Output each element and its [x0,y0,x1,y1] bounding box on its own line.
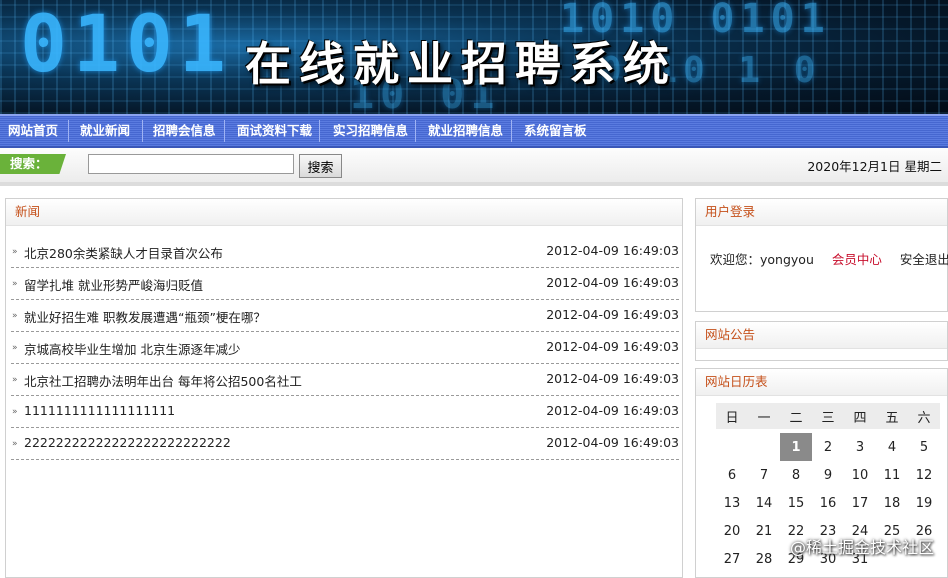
double-chevron-icon: » [12,279,18,289]
news-panel: 新闻 » 北京280余类紧缺人才目录首次公布 2012-04-09 16:49:03… [5,198,683,578]
news-item[interactable]: » 北京280余类紧缺人才目录首次公布 2012-04-09 16:49:03 [11,237,679,268]
calendar-day[interactable]: 28 [748,545,780,573]
main-nav: 网站首页 就业新闻 招聘会信息 面试资料下载 实习招聘信息 就业招聘信息 系统留… [0,114,948,148]
news-item[interactable]: » 留学扎堆 就业形势严峻海归贬值 2012-04-09 16:49:03 [11,269,679,300]
news-item-date: 2012-04-09 16:49:03 [546,307,679,322]
news-item-date: 2012-04-09 16:49:03 [546,275,679,290]
calendar-day [716,433,748,461]
weekday-header: 三 [812,403,844,429]
calendar-day[interactable]: 20 [716,517,748,545]
news-list: » 北京280余类紧缺人才目录首次公布 2012-04-09 16:49:03 » 留… [11,237,679,461]
banner-digits: 0101 [20,0,232,90]
calendar-day[interactable]: 21 [748,517,780,545]
watermark: @稀土掘金技术社区 [789,538,934,557]
news-item-title[interactable]: 就业好招生难 职教发展遭遇“瓶颈”梗在哪？ [24,307,266,326]
double-chevron-icon: » [12,375,18,385]
nav-interview-downloads[interactable]: 面试资料下载 [237,116,312,146]
calendar-day[interactable]: 6 [716,461,748,489]
calendar-day[interactable]: 19 [908,489,940,517]
weekday-header: 五 [876,403,908,429]
welcome-text: 欢迎您：yongyou [710,252,814,267]
news-item[interactable]: » 1111111111111111111 2012-04-09 16:49:03 [11,397,679,428]
news-item-title[interactable]: 22222222222222222222222222 [24,435,231,450]
double-chevron-icon: » [12,311,18,321]
login-status: 欢迎您：yongyou 会员中心 安全退出 [710,249,948,268]
calendar-panel-title: 网站日历表 [696,369,947,396]
logout-link[interactable]: 安全退出 [900,252,948,267]
nav-employment-news[interactable]: 就业新闻 [80,116,130,146]
calendar-day[interactable]: 2 [812,433,844,461]
calendar-day[interactable]: 15 [780,489,812,517]
calendar-day[interactable]: 10 [844,461,876,489]
double-chevron-icon: » [12,407,18,417]
nav-divider [142,120,143,142]
news-item-date: 2012-04-09 16:49:03 [546,435,679,450]
news-item-title[interactable]: 留学扎堆 就业形势严峻海归贬值 [24,275,203,294]
notice-panel-title: 网站公告 [696,322,947,349]
double-chevron-icon: » [12,439,18,449]
weekday-header: 二 [780,403,812,429]
site-banner: 0101 1010 0101 0110 1 0 10 01 在线就业招聘系统 [0,0,948,114]
site-title: 在线就业招聘系统 [245,37,677,91]
weekday-header: 一 [748,403,780,429]
news-item-date: 2012-04-09 16:49:03 [546,339,679,354]
weekday-header: 六 [908,403,940,429]
current-date: 2020年12月1日 星期二 [807,159,942,174]
nav-divider [511,120,512,142]
news-item[interactable]: » 北京社工招聘办法明年出台 每年将公招500名社工 2012-04-09 16:4… [11,365,679,396]
search-bar: 搜索： 搜索 2020年12月1日 星期二 [0,148,948,186]
news-item-date: 2012-04-09 16:49:03 [546,371,679,386]
weekday-header: 四 [844,403,876,429]
news-panel-title: 新闻 [6,199,682,226]
search-label: 搜索： [0,154,66,174]
news-item-date: 2012-04-09 16:49:03 [546,243,679,258]
calendar-day[interactable]: 8 [780,461,812,489]
nav-divider [68,120,69,142]
nav-divider [415,120,416,142]
calendar-day[interactable]: 9 [812,461,844,489]
calendar-day[interactable]: 18 [876,489,908,517]
calendar-day[interactable]: 12 [908,461,940,489]
search-input[interactable] [88,154,294,174]
login-panel: 用户登录 欢迎您：yongyou 会员中心 安全退出 [695,198,948,312]
calendar-day-today[interactable]: 1 [780,433,812,461]
calendar-day[interactable]: 11 [876,461,908,489]
search-button[interactable]: 搜索 [299,154,342,178]
calendar-day [748,433,780,461]
news-item-date: 2012-04-09 16:49:03 [546,403,679,418]
news-item[interactable]: » 22222222222222222222222222 2012-04-09 16… [11,429,679,460]
calendar-day[interactable]: 7 [748,461,780,489]
news-item[interactable]: » 京城高校毕业生增加 北京生源逐年减少 2012-04-09 16:49:03 [11,333,679,364]
news-item-title[interactable]: 京城高校毕业生增加 北京生源逐年减少 [24,339,240,358]
calendar-day[interactable]: 14 [748,489,780,517]
calendar-day[interactable]: 4 [876,433,908,461]
calendar-day[interactable]: 3 [844,433,876,461]
calendar-day[interactable]: 5 [908,433,940,461]
double-chevron-icon: » [12,343,18,353]
news-item[interactable]: » 就业好招生难 职教发展遭遇“瓶颈”梗在哪？ 2012-04-09 16:49:0… [11,301,679,332]
calendar-day[interactable]: 13 [716,489,748,517]
news-item-title[interactable]: 北京280余类紧缺人才目录首次公布 [24,243,223,262]
member-center-link[interactable]: 会员中心 [832,252,882,267]
weekday-header: 日 [716,403,748,429]
double-chevron-icon: » [12,247,18,257]
calendar-day[interactable]: 16 [812,489,844,517]
login-panel-title: 用户登录 [696,199,947,226]
news-item-title[interactable]: 北京社工招聘办法明年出台 每年将公招500名社工 [24,371,302,390]
nav-divider [224,120,225,142]
nav-divider [319,120,320,142]
nav-message-board[interactable]: 系统留言板 [524,116,587,146]
calendar-day[interactable]: 17 [844,489,876,517]
nav-home[interactable]: 网站首页 [8,116,58,146]
nav-employment-jobs[interactable]: 就业招聘信息 [428,116,503,146]
notice-panel: 网站公告 [695,321,948,361]
nav-internship-jobs[interactable]: 实习招聘信息 [333,116,408,146]
calendar-day[interactable]: 27 [716,545,748,573]
news-item-title[interactable]: 1111111111111111111 [24,403,175,418]
nav-job-fairs[interactable]: 招聘会信息 [153,116,216,146]
